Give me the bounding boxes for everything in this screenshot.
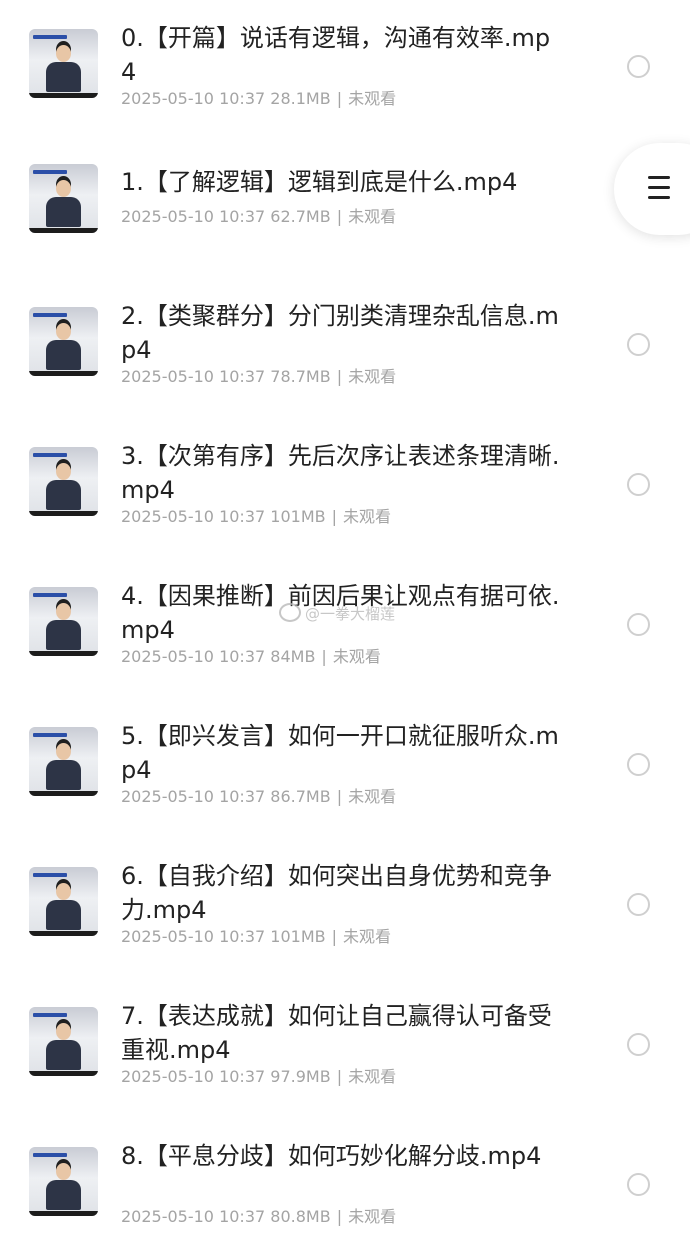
select-radio[interactable] — [627, 1173, 650, 1196]
file-date: 2025-05-10 10:37 — [121, 1067, 266, 1086]
file-date: 2025-05-10 10:37 — [121, 367, 266, 386]
video-thumbnail — [29, 164, 98, 233]
file-date: 2025-05-10 10:37 — [121, 207, 266, 226]
file-meta: 2025-05-10 10:37 84MB | 未观看 — [121, 647, 381, 667]
select-radio[interactable] — [627, 893, 650, 916]
file-date: 2025-05-10 10:37 — [121, 787, 266, 806]
file-meta: 2025-05-10 10:37 62.7MB | 未观看 — [121, 207, 396, 227]
file-title: 2.【类聚群分】分门别类清理杂乱信息.mp4 — [121, 302, 559, 364]
file-meta: 2025-05-10 10:37 101MB | 未观看 — [121, 507, 391, 527]
file-size: 86.7MB — [270, 787, 331, 806]
watch-status: 未观看 — [348, 1207, 397, 1226]
select-radio[interactable] — [627, 55, 650, 78]
file-date: 2025-05-10 10:37 — [121, 1207, 266, 1226]
file-list-item[interactable]: 0.【开篇】说话有逻辑，沟通有效率.mp4 2025-05-10 10:37 28… — [0, 0, 690, 115]
file-size: 101MB — [270, 507, 326, 526]
file-title: 5.【即兴发言】如何一开口就征服听众.mp4 — [121, 722, 559, 784]
watch-status: 未观看 — [348, 1067, 397, 1086]
watch-status: 未观看 — [343, 927, 392, 946]
file-list-item[interactable]: 3.【次第有序】先后次序让表述条理清晰.mp4 2025-05-10 10:37 … — [0, 393, 690, 533]
file-title: 7.【表达成就】如何让自己赢得认可备受重视.mp4 — [121, 1002, 552, 1064]
watermark: @一拳大榴莲 — [279, 603, 395, 624]
meta-separator: | — [336, 207, 343, 226]
file-size: 80.8MB — [270, 1207, 331, 1226]
file-size: 28.1MB — [270, 89, 331, 108]
file-list-item[interactable]: 5.【即兴发言】如何一开口就征服听众.mp4 2025-05-10 10:37 8… — [0, 673, 690, 813]
video-thumbnail — [29, 307, 98, 376]
file-list-item[interactable]: 7.【表达成就】如何让自己赢得认可备受重视.mp4 2025-05-10 10:3… — [0, 953, 690, 1093]
menu-icon — [648, 176, 670, 200]
meta-separator: | — [336, 1067, 343, 1086]
meta-separator: | — [336, 1207, 343, 1226]
file-meta: 2025-05-10 10:37 86.7MB | 未观看 — [121, 787, 396, 807]
meta-separator: | — [336, 367, 343, 386]
meta-separator: | — [321, 647, 327, 666]
file-date: 2025-05-10 10:37 — [121, 647, 266, 666]
meta-separator: | — [336, 787, 343, 806]
file-date: 2025-05-10 10:37 — [121, 927, 266, 946]
file-list-item[interactable]: 2.【类聚群分】分门别类清理杂乱信息.mp4 2025-05-10 10:37 7… — [0, 253, 690, 393]
file-meta: 2025-05-10 10:37 101MB | 未观看 — [121, 927, 391, 947]
video-thumbnail — [29, 867, 98, 936]
file-meta: 2025-05-10 10:37 28.1MB | 未观看 — [121, 89, 396, 109]
watch-status: 未观看 — [332, 647, 381, 666]
file-title: 1.【了解逻辑】逻辑到底是什么.mp4 — [121, 168, 518, 196]
video-thumbnail — [29, 727, 98, 796]
file-date: 2025-05-10 10:37 — [121, 507, 266, 526]
file-title: 3.【次第有序】先后次序让表述条理清晰.mp4 — [121, 442, 560, 504]
watch-status: 未观看 — [348, 367, 397, 386]
watch-status: 未观看 — [348, 787, 397, 806]
meta-separator: | — [336, 89, 343, 108]
select-radio[interactable] — [627, 1033, 650, 1056]
file-size: 101MB — [270, 927, 326, 946]
select-radio[interactable] — [627, 613, 650, 636]
file-size: 84MB — [270, 647, 316, 666]
meta-separator: | — [331, 507, 337, 526]
file-list-item[interactable]: 8.【平息分歧】如何巧妙化解分歧.mp4 2025-05-10 10:37 80.… — [0, 1093, 690, 1233]
file-title: 0.【开篇】说话有逻辑，沟通有效率.mp4 — [121, 24, 551, 86]
video-thumbnail — [29, 447, 98, 516]
file-list-item[interactable]: 6.【自我介绍】如何突出自身优势和竞争力.mp4 2025-05-10 10:37… — [0, 813, 690, 953]
file-title: 8.【平息分歧】如何巧妙化解分歧.mp4 — [121, 1142, 542, 1170]
watch-status: 未观看 — [348, 207, 397, 226]
watch-status: 未观看 — [343, 507, 392, 526]
file-date: 2025-05-10 10:37 — [121, 89, 266, 108]
watermark-text: @一拳大榴莲 — [305, 605, 396, 623]
file-size: 78.7MB — [270, 367, 331, 386]
watch-status: 未观看 — [348, 89, 397, 108]
video-thumbnail — [29, 29, 98, 98]
file-size: 62.7MB — [270, 207, 331, 226]
file-meta: 2025-05-10 10:37 97.9MB | 未观看 — [121, 1067, 396, 1087]
video-thumbnail — [29, 587, 98, 656]
file-size: 97.9MB — [270, 1067, 331, 1086]
select-radio[interactable] — [627, 473, 650, 496]
select-radio[interactable] — [627, 753, 650, 776]
file-meta: 2025-05-10 10:37 80.8MB | 未观看 — [121, 1207, 396, 1227]
meta-separator: | — [331, 927, 337, 946]
file-title: 6.【自我介绍】如何突出自身优势和竞争力.mp4 — [121, 862, 552, 924]
file-meta: 2025-05-10 10:37 78.7MB | 未观看 — [121, 367, 396, 387]
video-thumbnail — [29, 1147, 98, 1216]
weibo-icon — [279, 603, 301, 622]
file-list-item[interactable]: 1.【了解逻辑】逻辑到底是什么.mp4 2025-05-10 10:37 62.7… — [0, 113, 690, 253]
select-radio[interactable] — [627, 333, 650, 356]
video-thumbnail — [29, 1007, 98, 1076]
